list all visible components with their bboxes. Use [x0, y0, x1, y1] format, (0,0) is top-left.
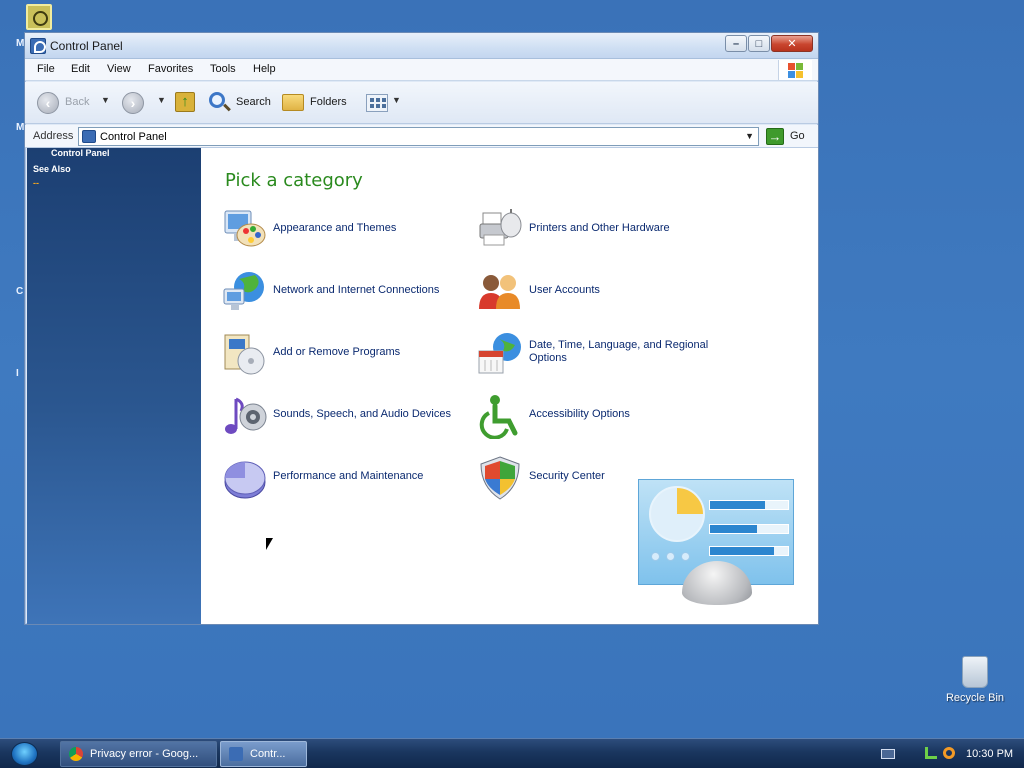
sidebar-dash: --	[33, 178, 39, 188]
menu-help[interactable]: Help	[253, 63, 276, 75]
title-bar[interactable]: Control Panel – □ ✕	[25, 33, 818, 59]
minimize-button[interactable]: –	[725, 35, 747, 52]
category-performance-and-maintenance[interactable]: Performance and Maintenance	[221, 453, 461, 503]
category-sounds-speech-audio[interactable]: Sounds, Speech, and Audio Devices	[221, 391, 461, 441]
bar-graphic	[709, 546, 789, 556]
taskbar: Privacy error - Goog... Contr... 10:30 P…	[0, 738, 1024, 768]
category-date-time-language-regional[interactable]: Date, Time, Language, and Regional Optio…	[477, 329, 717, 379]
close-button[interactable]: ✕	[771, 35, 813, 52]
printer-icon	[479, 209, 522, 246]
bar-graphic	[709, 524, 789, 534]
network-tray-icon[interactable]	[925, 747, 937, 759]
menu-tools[interactable]: Tools	[210, 63, 236, 75]
toolbar: ‹ Back ▼ › ▼ ↑ Search Folders ▼	[25, 82, 818, 124]
add-remove-programs-icon	[224, 334, 265, 375]
dot-graphic	[651, 552, 660, 561]
menu-favorites[interactable]: Favorites	[148, 63, 193, 75]
date-time-language-icon	[478, 333, 521, 374]
category-label: Performance and Maintenance	[273, 470, 424, 482]
control-panel-icon	[229, 747, 243, 761]
go-arrow-icon[interactable]: →	[766, 128, 784, 145]
go-button[interactable]: Go	[790, 130, 805, 142]
task-pane: Control Panel See Also --	[27, 148, 201, 624]
page-title: Pick a category	[225, 170, 363, 191]
sidebar-item-control-panel[interactable]: Control Panel	[51, 148, 110, 158]
category-user-accounts[interactable]: User Accounts	[477, 267, 717, 317]
views-dropdown-icon[interactable]: ▼	[392, 95, 401, 105]
category-network-and-internet-connections[interactable]: Network and Internet Connections	[221, 267, 461, 317]
sounds-audio-icon	[225, 397, 267, 434]
category-label: Accessibility Options	[529, 408, 630, 420]
recycle-bin-icon	[962, 656, 988, 688]
desktop-icon-edge-glyph: I	[16, 368, 19, 379]
category-view: Pick a category Appearance and Themes Pr…	[201, 148, 818, 624]
chrome-icon	[69, 747, 83, 761]
control-panel-icon	[30, 38, 46, 54]
back-button[interactable]: Back	[65, 96, 89, 108]
address-field[interactable]: Control Panel ▼	[78, 127, 759, 146]
menu-bar: File Edit View Favorites Tools Help	[25, 59, 818, 81]
taskbar-button-browser[interactable]: Privacy error - Goog...	[60, 741, 217, 767]
clock[interactable]: 10:30 PM	[966, 748, 1013, 760]
dot-graphic	[666, 552, 675, 561]
accessibility-icon	[479, 395, 518, 439]
recycle-bin-label: Recycle Bin	[945, 692, 1005, 704]
taskbar-button-label: Privacy error - Goog...	[90, 748, 199, 760]
control-panel-illustration	[638, 479, 794, 605]
category-label: Sounds, Speech, and Audio Devices	[273, 408, 451, 420]
search-tray-icon[interactable]	[943, 747, 955, 759]
menu-view[interactable]: View	[107, 63, 131, 75]
taskbar-button-control-panel[interactable]: Contr...	[220, 741, 307, 767]
performance-maintenance-icon	[224, 461, 266, 499]
address-label: Address	[33, 130, 74, 142]
network-globe-icon	[223, 272, 264, 310]
menu-file[interactable]: File	[37, 63, 55, 75]
category-label: Network and Internet Connections	[273, 284, 440, 296]
category-accessibility-options[interactable]: Accessibility Options	[477, 391, 717, 441]
menu-edit[interactable]: Edit	[71, 63, 90, 75]
user-accounts-icon	[479, 275, 520, 309]
category-appearance-and-themes[interactable]: Appearance and Themes	[221, 205, 461, 255]
control-panel-icon	[82, 130, 96, 143]
address-bar: Address Control Panel ▼ → Go	[25, 125, 818, 148]
back-dropdown-icon[interactable]: ▼	[101, 95, 110, 105]
folders-button[interactable]: Folders	[310, 96, 347, 108]
category-label: Security Center	[529, 470, 605, 482]
control-panel-window: Control Panel – □ ✕ File Edit View Favor…	[24, 32, 819, 625]
up-folder-icon[interactable]: ↑	[175, 92, 195, 112]
folders-icon[interactable]	[282, 94, 304, 111]
forward-arrow-icon[interactable]: ›	[122, 92, 144, 114]
taskbar-button-label: Contr...	[250, 748, 286, 760]
address-dropdown-icon[interactable]: ▼	[745, 131, 754, 141]
address-value[interactable]: Control Panel	[100, 131, 167, 143]
category-label: Printers and Other Hardware	[529, 222, 670, 234]
category-label: User Accounts	[529, 284, 600, 296]
dot-graphic	[681, 552, 690, 561]
pie-graphic	[649, 486, 705, 542]
desktop: M M C I Control Panel – □ ✕ File Edit Vi…	[0, 0, 1024, 738]
back-arrow-icon[interactable]: ‹	[37, 92, 59, 114]
forward-dropdown-icon[interactable]: ▼	[157, 95, 166, 105]
windows-logo-icon	[778, 60, 812, 80]
sidebar-item-see-also[interactable]: See Also	[33, 164, 71, 174]
category-label: Add or Remove Programs	[273, 346, 401, 358]
security-shield-icon	[480, 456, 520, 500]
start-button[interactable]	[11, 742, 38, 766]
category-printers-and-other-hardware[interactable]: Printers and Other Hardware	[477, 205, 717, 255]
bar-graphic	[709, 500, 789, 510]
category-label: Appearance and Themes	[273, 222, 397, 234]
views-icon[interactable]	[366, 94, 388, 112]
keyboard-icon[interactable]	[881, 749, 895, 759]
search-button[interactable]: Search	[236, 96, 271, 108]
window-title: Control Panel	[50, 39, 123, 53]
category-add-or-remove-programs[interactable]: Add or Remove Programs	[221, 329, 461, 379]
search-icon[interactable]	[209, 92, 225, 108]
mouse-cursor-icon	[266, 538, 273, 550]
maximize-button[interactable]: □	[748, 35, 770, 52]
recycle-bin[interactable]: Recycle Bin	[944, 656, 1006, 704]
desktop-shortcut-icon[interactable]	[26, 4, 52, 30]
category-label: Date, Time, Language, and Regional Optio…	[529, 339, 709, 364]
appearance-themes-icon	[224, 210, 266, 247]
desktop-icon-edge-glyph: C	[16, 286, 24, 297]
